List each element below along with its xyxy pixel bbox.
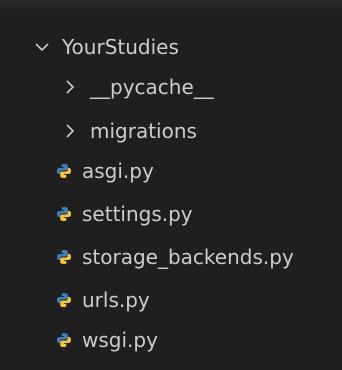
python-file-icon: [54, 247, 74, 267]
folder-row-migrations[interactable]: migrations: [0, 111, 342, 151]
python-file-icon: [54, 290, 74, 310]
folder-row-yourstudies[interactable]: YourStudies: [0, 27, 342, 67]
file-row-urls[interactable]: urls.py: [0, 280, 342, 320]
file-label: settings.py: [82, 202, 193, 226]
file-row-wsgi[interactable]: wsgi.py: [0, 320, 342, 360]
file-label: asgi.py: [82, 159, 154, 183]
chevron-down-icon[interactable]: [32, 37, 52, 57]
file-label: urls.py: [82, 288, 150, 312]
chevron-right-icon[interactable]: [60, 121, 80, 141]
folder-row-pycache[interactable]: __pycache__: [0, 67, 342, 107]
clipped-header-fade: [0, 0, 342, 12]
file-label: storage_backends.py: [82, 245, 294, 269]
clipped-header-fragment: [230, 0, 270, 6]
clipped-header-fragment: [120, 0, 190, 6]
clipped-header-fragment: [60, 0, 100, 6]
file-row-asgi[interactable]: asgi.py: [0, 151, 342, 191]
file-row-storage-backends[interactable]: storage_backends.py: [0, 237, 342, 277]
folder-label: __pycache__: [90, 75, 214, 99]
python-file-icon: [54, 161, 74, 181]
folder-label: YourStudies: [62, 35, 179, 59]
python-file-icon: [54, 204, 74, 224]
file-row-settings[interactable]: settings.py: [0, 194, 342, 234]
file-label: wsgi.py: [82, 328, 158, 352]
chevron-right-icon[interactable]: [60, 77, 80, 97]
python-file-icon: [54, 330, 74, 350]
folder-label: migrations: [90, 119, 197, 143]
